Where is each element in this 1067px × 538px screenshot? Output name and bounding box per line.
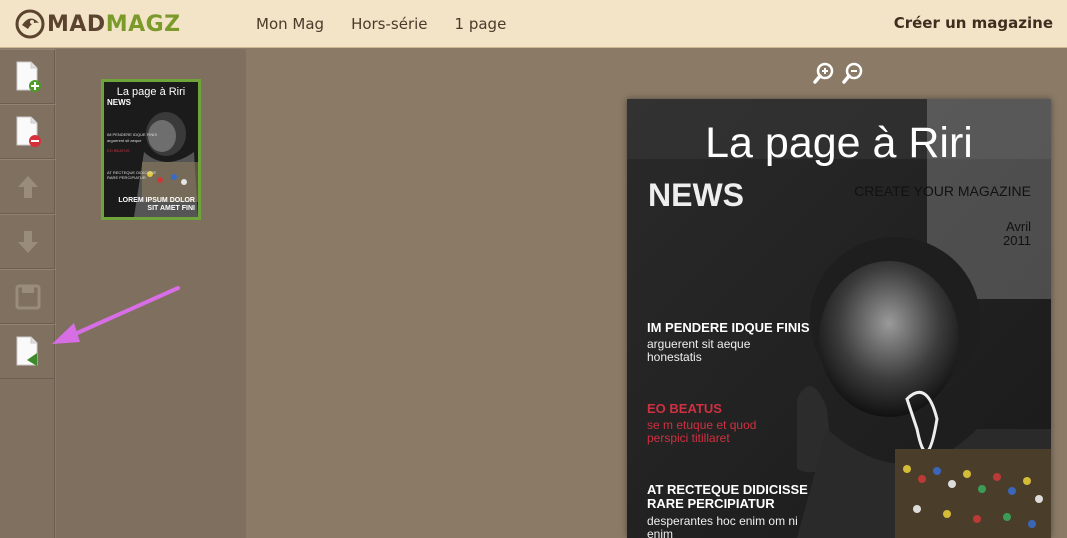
save-button[interactable] (0, 269, 55, 324)
nav-mon-mag[interactable]: Mon Mag (256, 15, 324, 33)
thumbnail-line: EO BEATUS (107, 148, 130, 153)
export-page-icon (16, 336, 37, 366)
logo-text: MADMAGZ (47, 12, 181, 37)
cover-date-month: Avril (1005, 219, 1031, 234)
cover-date[interactable]: Avril 2011 (1003, 220, 1031, 248)
logo[interactable]: MADMAGZ (14, 9, 181, 39)
thumbnail-line: arguerent sit aeque (107, 138, 142, 143)
nav-1-page[interactable]: 1 page (455, 15, 507, 33)
arrow-up-icon (17, 175, 38, 198)
cover-tagline[interactable]: CREATE YOUR MAGAZINE (854, 183, 1031, 199)
left-toolbar (0, 49, 55, 538)
chameleon-logo-icon (15, 9, 45, 39)
thumbnail-bottom-line: LOREM IPSUM DOLOR (118, 197, 195, 204)
thumbnail-title: La page à Riri (116, 86, 186, 98)
subhead-1-line: honestatis (647, 350, 702, 364)
main-nav: Mon Mag Hors-série 1 page (256, 0, 533, 48)
thumbnail-news: NEWS (107, 98, 131, 107)
zoom-in-icon[interactable] (813, 62, 835, 84)
thumbnail-bottom-line: SIT AMET FINI (147, 205, 195, 212)
nav-hors-serie[interactable]: Hors-série (351, 15, 427, 33)
cover-news-label[interactable]: NEWS (648, 177, 744, 214)
logo-magz: MAGZ (105, 11, 181, 37)
headline-2[interactable]: EO BEATUS (647, 401, 722, 416)
subhead-3-line: enim (647, 527, 674, 538)
page-thumbnail[interactable]: La page à Riri NEWS IM PENDERE IDQUE FIN… (101, 79, 201, 220)
zoom-out-icon[interactable] (842, 62, 864, 84)
thumbnail-line: IM PENDERE IDQUE FINIS (107, 132, 158, 137)
add-page-button[interactable] (0, 49, 55, 104)
move-page-up-button[interactable] (0, 159, 55, 214)
delete-page-icon (16, 116, 41, 147)
delete-page-button[interactable] (0, 104, 55, 159)
add-page-icon (16, 61, 41, 92)
cover-title[interactable]: La page à Riri (627, 119, 1051, 168)
logo-mad: MAD (47, 11, 106, 37)
move-page-down-button[interactable] (0, 214, 55, 269)
create-magazine-link[interactable]: Créer un magazine (894, 14, 1053, 32)
export-page-button[interactable] (0, 324, 55, 379)
thumbnail-line: RARE PERCIPIATUR (107, 175, 146, 180)
arrow-down-icon (17, 230, 38, 253)
thumbnail-bottom-text: LOREM IPSUM DOLOR SIT AMET FINI (118, 197, 195, 213)
headline-3-line[interactable]: RARE PERCIPIATUR (647, 496, 775, 511)
top-bar: MADMAGZ Mon Mag Hors-série 1 page Créer … (0, 0, 1067, 48)
subhead-2-line: perspici titillaret (647, 431, 730, 445)
headline-3-line[interactable]: AT RECTEQUE DIDICISSE (647, 482, 808, 497)
floppy-disk-icon (15, 284, 40, 309)
magazine-page[interactable]: La page à Riri NEWS CREATE YOUR MAGAZINE… (627, 99, 1051, 538)
page-thumbnails-panel: La page à Riri NEWS IM PENDERE IDQUE FIN… (56, 49, 246, 538)
headline-1[interactable]: IM PENDERE IDQUE FINIS (647, 320, 810, 335)
cover-date-year: 2011 (1003, 233, 1031, 248)
